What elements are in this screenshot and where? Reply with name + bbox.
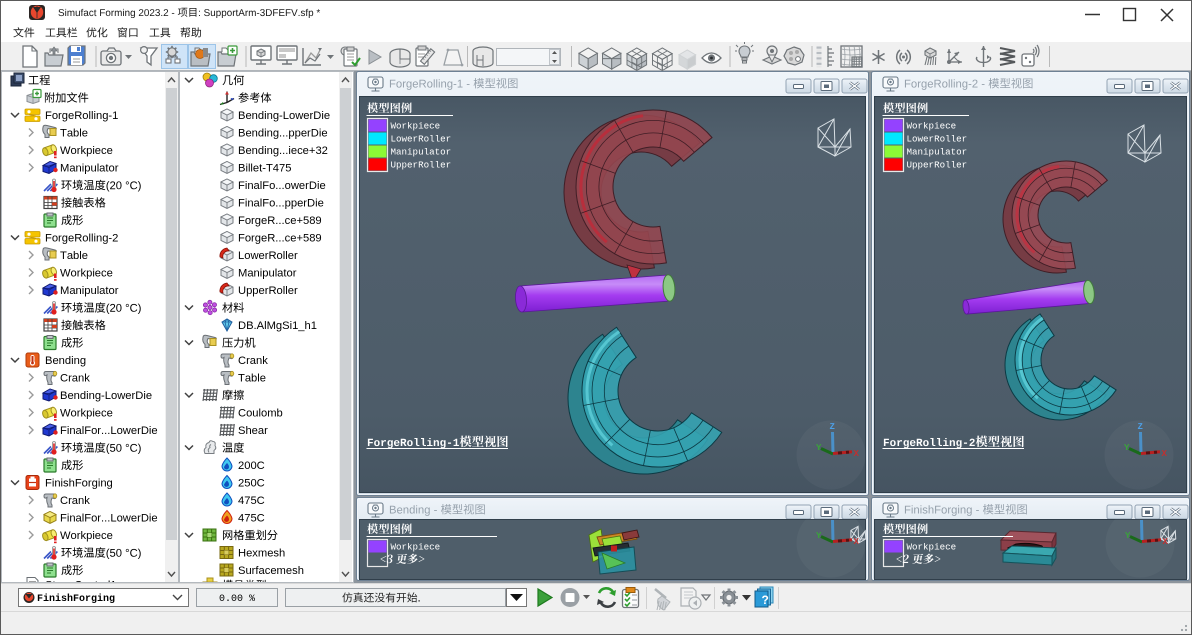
svg-text:Hexmesh: Hexmesh — [238, 548, 285, 560]
svg-text:Table: Table — [238, 373, 266, 385]
svg-text:?: ? — [762, 593, 769, 607]
svg-text:Workpiece: Workpiece — [907, 121, 957, 132]
svg-text:0.00 %: 0.00 % — [219, 594, 255, 605]
svg-text:Crank: Crank — [238, 355, 268, 367]
svg-text:LowerRoller: LowerRoller — [907, 134, 968, 145]
svg-text:FinalFor...LowerDie: FinalFor...LowerDie — [60, 425, 158, 437]
svg-text:FinishForging: FinishForging — [45, 478, 113, 490]
svg-text:Workpiece: Workpiece — [60, 268, 113, 280]
svg-text:Workpiece: Workpiece — [907, 542, 957, 553]
svg-text:475C: 475C — [238, 495, 265, 507]
svg-text:Crank: Crank — [60, 373, 90, 385]
svg-text:Coulomb: Coulomb — [238, 408, 283, 420]
svg-text:Manipulator: Manipulator — [391, 147, 452, 158]
svg-text:LowerRoller: LowerRoller — [391, 134, 452, 145]
svg-text:Workpiece: Workpiece — [391, 121, 441, 132]
svg-text:Manipulator: Manipulator — [60, 163, 119, 175]
svg-text:Workpiece: Workpiece — [60, 408, 113, 420]
svg-text:ForgeRolling-2: ForgeRolling-2 — [45, 233, 118, 245]
svg-text:Bending-LowerDie: Bending-LowerDie — [60, 390, 152, 402]
svg-text:Manipulator: Manipulator — [907, 147, 968, 158]
svg-text:DB.AlMgSi1_h1: DB.AlMgSi1_h1 — [238, 320, 317, 332]
svg-text:FinalFo...owerDie: FinalFo...owerDie — [238, 180, 326, 192]
svg-text:Manipulator: Manipulator — [238, 268, 297, 280]
svg-text:Surfacemesh: Surfacemesh — [238, 565, 304, 577]
svg-text:Manipulator: Manipulator — [60, 285, 119, 297]
svg-text:475C: 475C — [238, 513, 265, 525]
svg-text:Workpiece: Workpiece — [391, 542, 441, 553]
svg-text:FinalFo...pperDie: FinalFo...pperDie — [238, 198, 324, 210]
svg-text:200C: 200C — [238, 460, 265, 472]
svg-text:Bending...iece+32: Bending...iece+32 — [238, 145, 328, 157]
svg-text:FinishForging: FinishForging — [37, 593, 115, 605]
svg-text:Table: Table — [60, 128, 88, 140]
svg-text:Workpiece: Workpiece — [60, 530, 113, 542]
svg-text:Table: Table — [60, 250, 88, 262]
svg-text:Billet-T475: Billet-T475 — [238, 163, 291, 175]
svg-text:ForgeR...ce+589: ForgeR...ce+589 — [238, 215, 322, 227]
svg-text:Bending...pperDie: Bending...pperDie — [238, 128, 328, 140]
svg-text:LowerRoller: LowerRoller — [238, 250, 298, 262]
svg-text:FinalFor...LowerDie: FinalFor...LowerDie — [60, 513, 158, 525]
svg-text:Bending-LowerDie: Bending-LowerDie — [238, 110, 330, 122]
svg-text:Shear: Shear — [238, 425, 268, 437]
svg-text:Bending: Bending — [45, 355, 86, 367]
svg-text:UpperRoller: UpperRoller — [238, 285, 298, 297]
svg-text:Crank: Crank — [60, 495, 90, 507]
svg-text:ForgeRolling-1: ForgeRolling-1 — [45, 110, 118, 122]
svg-text:250C: 250C — [238, 478, 265, 490]
svg-text:UpperRoller: UpperRoller — [391, 160, 452, 171]
svg-text:Workpiece: Workpiece — [60, 145, 113, 157]
svg-text:UpperRoller: UpperRoller — [907, 160, 968, 171]
svg-text:ForgeR...ce+589: ForgeR...ce+589 — [238, 233, 322, 245]
